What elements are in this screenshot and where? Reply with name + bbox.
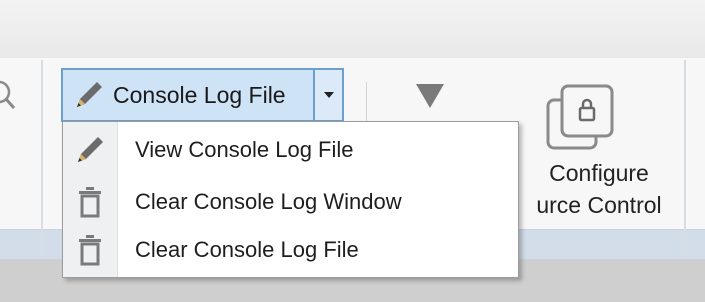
- menu-item-view-console-log-file[interactable]: View Console Log File: [63, 126, 518, 174]
- title-bar: [0, 0, 705, 59]
- console-log-dropdown-menu: View Console Log File Clear Console Log …: [62, 121, 519, 278]
- console-log-dropdown-toggle[interactable]: [313, 70, 342, 120]
- trash-icon: [79, 187, 101, 218]
- menu-item-label: Clear Console Log Window: [135, 189, 402, 214]
- console-log-file-button[interactable]: Console Log File: [63, 70, 315, 120]
- menu-item-clear-console-log-file[interactable]: Clear Console Log File: [63, 226, 518, 274]
- locked-documents-icon: [546, 84, 614, 150]
- trash-icon: [79, 235, 101, 266]
- configure-label-line1: Configure: [549, 160, 649, 186]
- filter-icon: [416, 84, 444, 108]
- console-log-file-label: Console Log File: [113, 81, 286, 108]
- ribbon-group-separator: [41, 60, 43, 258]
- filter-button[interactable]: [406, 82, 466, 122]
- menu-item-label: View Console Log File: [135, 137, 354, 162]
- configure-label-line2: urce Control: [536, 192, 662, 218]
- configure-source-control-button[interactable]: Configure urce Control: [510, 74, 688, 224]
- pencil-icon: [78, 137, 103, 162]
- console-log-file-split-button[interactable]: Console Log File: [61, 68, 344, 122]
- search-icon[interactable]: [0, 78, 18, 114]
- caret-down-icon: [323, 92, 334, 98]
- pencil-icon: [77, 82, 102, 107]
- menu-item-clear-console-log-window[interactable]: Clear Console Log Window: [63, 178, 518, 226]
- menu-item-label: Clear Console Log File: [135, 237, 359, 262]
